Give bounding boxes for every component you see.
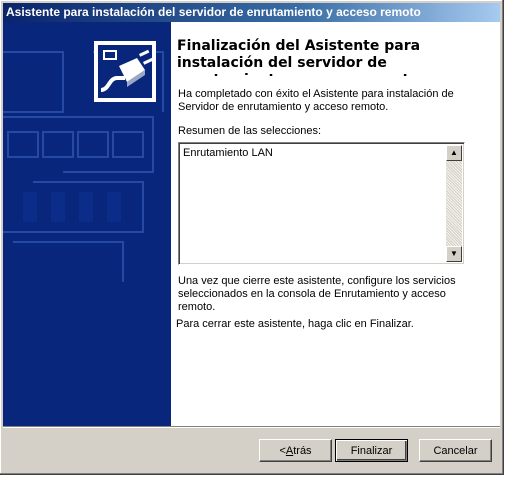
- vertical-scrollbar[interactable]: ▲ ▼: [446, 145, 462, 262]
- cancel-button[interactable]: Cancelar: [419, 439, 492, 462]
- list-item: Enrutamiento LAN: [183, 147, 273, 159]
- intro-text: Ha completado con éxito el Asistente par…: [178, 88, 454, 113]
- back-button[interactable]: < Atrás: [259, 439, 332, 462]
- scroll-down-button[interactable]: ▼: [446, 246, 462, 262]
- plug-network-icon: [94, 41, 156, 102]
- after-close-text: Una vez que cierre este asistente, confi…: [178, 275, 456, 313]
- back-button-rest: trás: [293, 444, 312, 457]
- summary-listbox[interactable]: Enrutamiento LAN ▲ ▼: [178, 142, 465, 265]
- wizard-content: Finalización del Asistente para instalac…: [171, 22, 500, 426]
- finish-button[interactable]: Finalizar: [335, 439, 408, 462]
- close-instructions-text: Para cerrar este asistente, haga clic en…: [176, 318, 414, 330]
- button-separator: [3, 426, 500, 428]
- wizard-side-banner: [3, 22, 171, 426]
- wizard-dialog: Asistente para instalación del servidor …: [0, 0, 504, 475]
- back-button-accel: A: [285, 444, 294, 457]
- title-bar[interactable]: Asistente para instalación del servidor …: [3, 3, 500, 22]
- page-title: Finalización del Asistente para instalac…: [177, 38, 421, 76]
- scroll-up-button[interactable]: ▲: [446, 145, 462, 161]
- summary-label: Resumen de las selecciones:: [178, 125, 322, 137]
